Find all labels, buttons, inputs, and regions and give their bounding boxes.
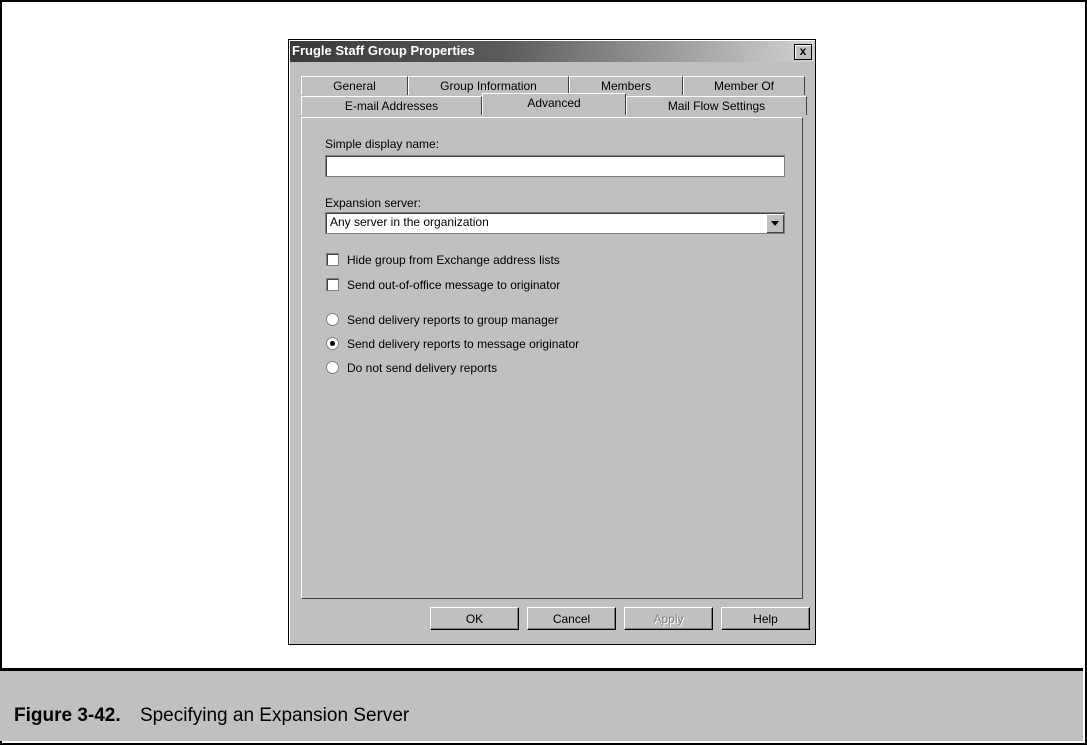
simple-display-name-label: Simple display name: xyxy=(325,137,440,151)
help-button[interactable]: Help xyxy=(721,607,810,630)
tab-general[interactable]: General xyxy=(301,76,408,95)
tab-advanced[interactable]: Advanced xyxy=(482,93,626,115)
simple-display-name-field[interactable] xyxy=(325,155,785,177)
radio-no-reports-label: Do not send delivery reports xyxy=(347,361,498,375)
expansion-server-select[interactable]: Any server in the organization xyxy=(325,212,785,234)
figure-caption-text: Specifying an Expansion Server xyxy=(139,705,410,726)
tab-email-addresses[interactable]: E-mail Addresses xyxy=(301,96,482,115)
expansion-server-label: Expansion server: xyxy=(325,196,422,210)
tab-mail-flow-settings[interactable]: Mail Flow Settings xyxy=(626,96,807,115)
properties-dialog: Frugle Staff Group Properties x General … xyxy=(288,39,816,645)
expansion-server-value: Any server in the organization xyxy=(330,215,489,229)
send-ooo-checkbox[interactable] xyxy=(326,278,339,291)
radio-group-manager-label: Send delivery reports to group manager xyxy=(347,313,559,327)
radio-message-originator[interactable] xyxy=(326,337,339,350)
radio-group-manager[interactable] xyxy=(326,313,339,326)
apply-button[interactable]: Apply xyxy=(624,607,713,630)
cancel-button[interactable]: Cancel xyxy=(527,607,616,630)
close-button[interactable]: x xyxy=(794,44,812,60)
chevron-down-icon[interactable] xyxy=(766,214,783,232)
hide-group-checkbox[interactable] xyxy=(326,253,339,266)
tab-member-of[interactable]: Member Of xyxy=(683,76,805,95)
radio-no-reports[interactable] xyxy=(326,361,339,374)
figure-number: Figure 3-42. xyxy=(14,705,121,726)
send-ooo-label: Send out-of-office message to originator xyxy=(347,278,561,292)
figure-caption: Figure 3-42. Specifying an Expansion Ser… xyxy=(14,705,409,727)
title-bar[interactable]: Frugle Staff Group Properties x xyxy=(290,41,814,62)
dialog-title: Frugle Staff Group Properties xyxy=(292,43,475,58)
hide-group-label: Hide group from Exchange address lists xyxy=(347,253,560,267)
advanced-panel: Simple display name: Expansion server: A… xyxy=(301,117,803,599)
radio-message-originator-label: Send delivery reports to message origina… xyxy=(347,337,580,351)
caption-bar: Figure 3-42. Specifying an Expansion Ser… xyxy=(0,671,1083,741)
ok-button[interactable]: OK xyxy=(430,607,519,630)
